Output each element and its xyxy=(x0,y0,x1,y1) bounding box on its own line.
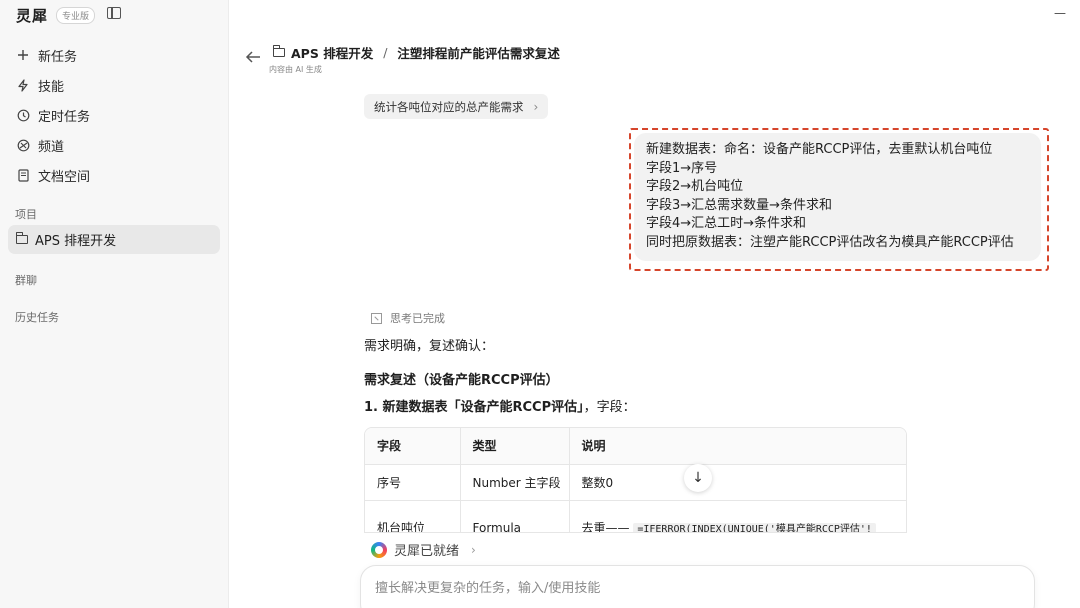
table-cell: 机台吨位 xyxy=(365,500,461,532)
sidebar-toggle-icon[interactable] xyxy=(107,7,121,19)
table-header-row: 字段 类型 说明 xyxy=(365,428,906,465)
user-message-line: 同时把原数据表：注塑产能RCCP评估改名为模具产能RCCP评估 xyxy=(646,234,1014,250)
scroll-down-button[interactable]: ↓ xyxy=(684,464,712,492)
user-message-bubble: 新建数据表：命名：设备产能RCCP评估，去重默认机台吨位 字段1→序号 字段2→… xyxy=(634,133,1041,261)
answer-step-1: 1. 新建数据表「设备产能RCCP评估」，字段： xyxy=(364,396,636,415)
project-label: APS 排程开发 xyxy=(35,234,117,249)
fields-table: 字段 类型 说明 序号 Number 主字段 整数0 机台吨位 Formula … xyxy=(364,427,907,533)
user-message-line: 字段2→机台吨位 xyxy=(646,179,744,195)
thinking-status[interactable]: 思考已完成 xyxy=(371,310,445,326)
history-section-label[interactable]: 历史任务 xyxy=(15,309,59,325)
clock-icon xyxy=(16,108,30,122)
sidebar-nav: 新任务 技能 定时任务 频道 文档空间 xyxy=(8,40,220,190)
nav-label: 新任务 xyxy=(38,49,78,65)
brand: 灵犀 专业版 xyxy=(16,5,96,26)
formula-code: =IFERROR(INDEX(UNIQUE('模具产能RCCP评估'! xyxy=(633,523,876,532)
nav-label: 技能 xyxy=(38,79,65,95)
plus-icon xyxy=(16,48,30,62)
table-cell: 序号 xyxy=(365,464,461,501)
nav-item-scheduled-tasks[interactable]: 定时任务 xyxy=(8,100,220,130)
nav-label: 定时任务 xyxy=(38,109,91,125)
sidebar: 灵犀 专业版 新任务 技能 定时任务 频道 文档空间 项目 APS 排程开发 群… xyxy=(0,0,229,608)
folder-icon xyxy=(15,232,28,244)
chevron-right-icon: › xyxy=(471,542,476,557)
user-message-line: 字段1→序号 xyxy=(646,160,718,176)
table-row: 序号 Number 主字段 整数0 xyxy=(365,464,906,501)
nav-item-new-task[interactable]: 新任务 xyxy=(8,40,220,70)
thinking-label: 思考已完成 xyxy=(390,312,445,325)
answer-step-1-rest: ，字段： xyxy=(583,400,636,415)
lightning-icon xyxy=(16,78,30,92)
table-header-cell: 字段 xyxy=(365,428,461,465)
back-arrow-icon[interactable] xyxy=(245,48,261,69)
edition-badge: 专业版 xyxy=(56,7,96,24)
breadcrumb-project[interactable]: APS 排程开发 xyxy=(291,43,373,62)
document-icon xyxy=(16,168,30,182)
nav-label: 频道 xyxy=(38,139,65,155)
nav-item-doc-space[interactable]: 文档空间 xyxy=(8,160,220,190)
table-row: 机台吨位 Formula 去重—— =IFERROR(INDEX(UNIQUE(… xyxy=(365,500,906,533)
chat-input-box[interactable] xyxy=(360,565,1035,608)
table-header-cell: 类型 xyxy=(460,428,570,465)
suggestion-chip[interactable]: 统计各吨位对应的总产能需求 › xyxy=(364,94,549,119)
main-panel: — APS 排程开发 / 注塑排程前产能评估需求复述 内容由 AI 生成 统计各… xyxy=(229,0,1080,608)
user-message-line: 新建数据表：命名：设备产能RCCP评估，去重默认机台吨位 xyxy=(646,142,993,157)
table-header-cell: 说明 xyxy=(569,428,906,465)
table-cell: 去重—— =IFERROR(INDEX(UNIQUE('模具产能RCCP评估'! xyxy=(569,500,906,533)
chat-input[interactable] xyxy=(361,566,1034,608)
thinking-icon xyxy=(371,312,382,324)
suggestion-label: 统计各吨位对应的总产能需求 xyxy=(374,99,524,114)
breadcrumb: APS 排程开发 / 注塑排程前产能评估需求复述 xyxy=(272,43,560,62)
breadcrumb-task: 注塑排程前产能评估需求复述 xyxy=(397,46,560,61)
projects-section-label: 项目 xyxy=(15,208,37,221)
group-chat-section-label[interactable]: 群聊 xyxy=(15,272,37,288)
ai-generated-note: 内容由 AI 生成 xyxy=(269,65,322,74)
channel-icon xyxy=(16,138,30,152)
minimize-icon[interactable]: — xyxy=(1054,6,1066,20)
nav-item-channels[interactable]: 频道 xyxy=(8,130,220,160)
answer-heading: 需求复述（设备产能RCCP评估） xyxy=(364,373,559,388)
folder-icon xyxy=(272,45,285,57)
breadcrumb-separator: / xyxy=(383,45,388,60)
answer-intro: 需求明确，复述确认： xyxy=(364,339,495,354)
user-message-line: 字段4→汇总工时→条件求和 xyxy=(646,216,807,232)
app-name: 灵犀 xyxy=(16,7,49,25)
arrow-down-icon: ↓ xyxy=(692,470,704,486)
chevron-right-icon: › xyxy=(533,99,539,114)
table-cell: Formula xyxy=(460,500,570,532)
answer-step-1-bold: 1. 新建数据表「设备产能RCCP评估」 xyxy=(364,400,584,415)
bot-avatar-icon xyxy=(371,541,387,558)
sidebar-project-aps[interactable]: APS 排程开发 xyxy=(8,225,220,254)
table-cell-text: 去重—— xyxy=(581,521,630,533)
user-message-line: 字段3→汇总需求数量→条件求和 xyxy=(646,197,833,213)
agent-status-label: 灵犀已就绪 xyxy=(394,544,460,559)
table-cell: 整数0 xyxy=(569,464,906,501)
table-cell: Number 主字段 xyxy=(460,464,570,501)
agent-status[interactable]: 灵犀已就绪 › xyxy=(371,540,476,559)
nav-item-skills[interactable]: 技能 xyxy=(8,70,220,100)
nav-label: 文档空间 xyxy=(38,169,91,185)
